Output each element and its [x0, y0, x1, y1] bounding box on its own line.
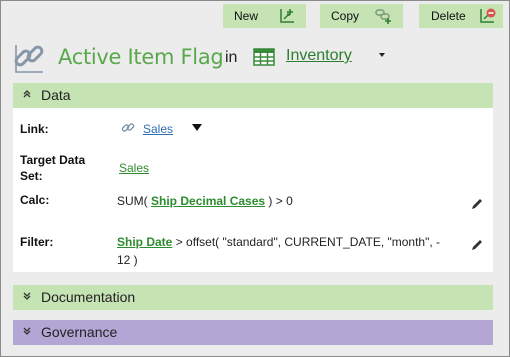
- calc-suffix: ) > 0: [268, 194, 293, 208]
- link-value[interactable]: Sales: [143, 122, 173, 137]
- delete-button[interactable]: Delete: [419, 4, 503, 28]
- target-value[interactable]: Sales: [119, 161, 149, 176]
- chevron-down-double-icon: [23, 327, 31, 335]
- section-header-governance[interactable]: Governance: [13, 320, 493, 345]
- section-title-data: Data: [41, 87, 71, 103]
- title-row: Active Item Flag in Inventory: [1, 31, 509, 81]
- filter-field-link[interactable]: Ship Date: [117, 235, 172, 249]
- add-grid-icon: [280, 9, 294, 23]
- calc-edit-pencil-icon[interactable]: [470, 197, 484, 211]
- calc-prefix: SUM(: [117, 194, 148, 208]
- window-frame: New Copy Delete Active Item Flag in Inve…: [0, 0, 510, 357]
- filter-rest-line2: 12 ): [117, 253, 138, 267]
- link-dropdown-icon[interactable]: [191, 123, 203, 133]
- delete-grid-icon: [480, 8, 496, 23]
- target-label-line2: Set:: [20, 169, 43, 183]
- chevron-up-double-icon: [23, 90, 31, 98]
- target-label-line1: Target Data: [20, 153, 86, 167]
- section-title-documentation: Documentation: [41, 289, 136, 305]
- chain-link-icon: [14, 45, 44, 73]
- chevron-down-double-icon: [23, 292, 31, 300]
- page-title: Active Item Flag: [58, 45, 224, 69]
- filter-label: Filter:: [20, 235, 54, 249]
- section-title-governance: Governance: [41, 324, 118, 340]
- copy-button[interactable]: Copy: [320, 4, 403, 28]
- table-link[interactable]: Inventory: [286, 47, 352, 65]
- section-header-data[interactable]: Data: [13, 83, 493, 108]
- delete-button-label: Delete: [431, 9, 466, 23]
- table-grid-icon: [253, 48, 275, 66]
- calc-expression: SUM( Ship Decimal Cases ) > 0: [117, 194, 293, 209]
- filter-edit-pencil-icon[interactable]: [470, 238, 484, 252]
- calc-label: Calc:: [20, 193, 50, 207]
- in-label: in: [225, 49, 238, 66]
- calc-field-link[interactable]: Ship Decimal Cases: [151, 194, 265, 208]
- new-button[interactable]: New: [223, 4, 306, 28]
- chevron-down-icon[interactable]: [377, 51, 387, 59]
- new-button-label: New: [234, 9, 259, 23]
- copy-button-label: Copy: [331, 9, 360, 23]
- filter-rest-line1: > offset( "standard", CURRENT_DATE, "mon…: [175, 235, 441, 249]
- section-header-documentation[interactable]: Documentation: [13, 285, 493, 310]
- link-icon: [121, 123, 135, 132]
- link-label: Link:: [20, 122, 49, 136]
- data-section-body: Link: Sales Target Data Set: Sales Calc:…: [13, 108, 493, 272]
- toolbar: New Copy Delete: [1, 1, 509, 31]
- filter-expression-line1: Ship Date > offset( "standard", CURRENT_…: [117, 235, 440, 250]
- copy-link-icon: [375, 9, 391, 24]
